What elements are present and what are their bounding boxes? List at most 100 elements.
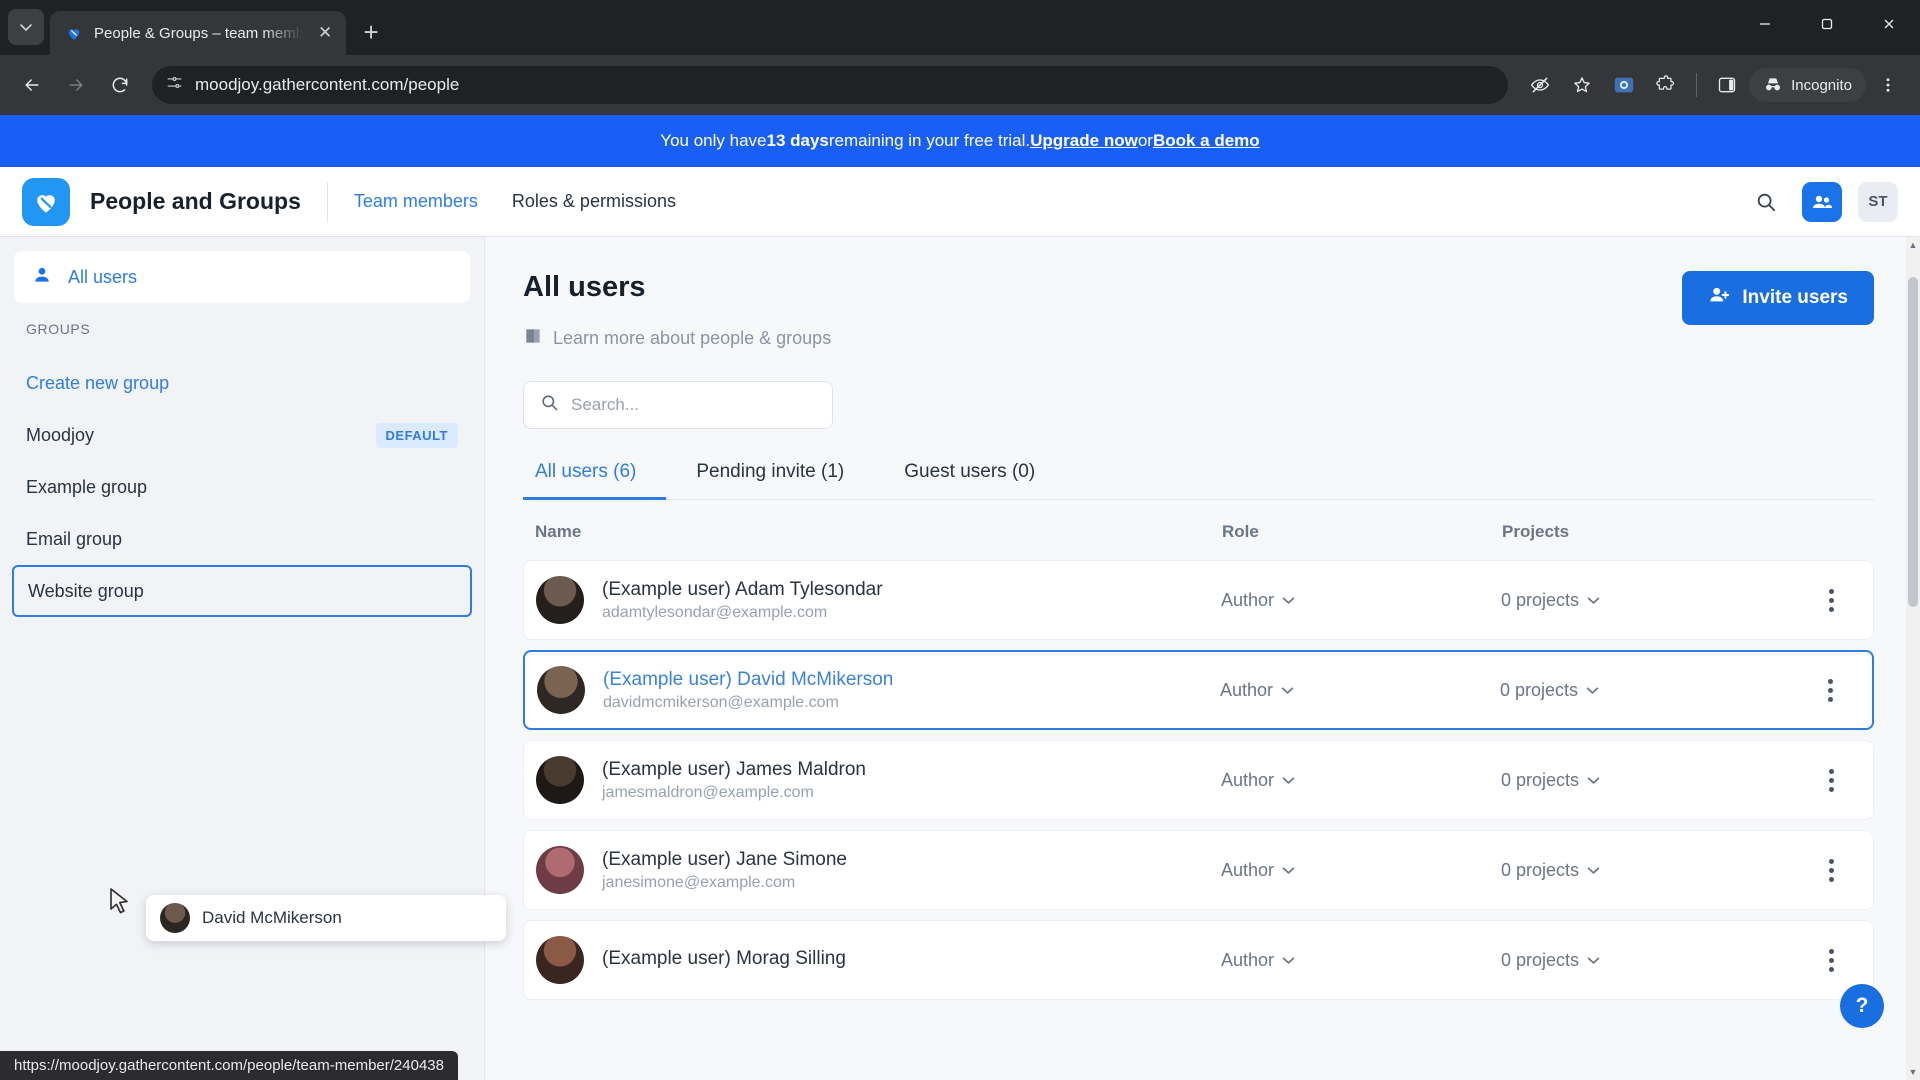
user-name[interactable]: (Example user) James Maldron bbox=[602, 759, 866, 781]
projects-dropdown[interactable]: 0 projects bbox=[1501, 950, 1801, 971]
drag-ghost-label: David McMikerson bbox=[202, 908, 342, 927]
three-dot-icon[interactable] bbox=[1868, 65, 1908, 105]
new-tab-button[interactable]: + bbox=[352, 13, 390, 51]
role-dropdown[interactable]: Author bbox=[1221, 590, 1501, 611]
sidebar-item-email-group[interactable]: Email group bbox=[0, 513, 484, 565]
help-button[interactable]: ? bbox=[1840, 984, 1884, 1028]
sidebar-item-all-users[interactable]: All users bbox=[14, 251, 470, 303]
browser-window: People & Groups – team memb ✕ + moodjoy.… bbox=[0, 0, 1920, 1080]
row-menu-button[interactable] bbox=[1800, 678, 1860, 702]
user-table-body: (Example user) Adam Tylesondar adamtyles… bbox=[523, 560, 1874, 1000]
projects-value: 0 projects bbox=[1501, 589, 1580, 610]
learn-more-link[interactable]: Learn more about people & groups bbox=[523, 326, 831, 351]
toolbar-right-actions: Incognito bbox=[1520, 65, 1908, 105]
projects-dropdown[interactable]: 0 projects bbox=[1501, 860, 1801, 881]
table-row[interactable]: (Example user) David McMikerson davidmcm… bbox=[523, 650, 1874, 730]
user-name[interactable]: (Example user) David McMikerson bbox=[603, 669, 893, 691]
tab-search-button[interactable] bbox=[8, 9, 44, 45]
gathercontent-logo-icon[interactable] bbox=[22, 177, 70, 226]
avatar[interactable]: ST bbox=[1858, 181, 1898, 222]
eye-off-icon[interactable] bbox=[1520, 65, 1560, 105]
media-icon[interactable] bbox=[1604, 65, 1644, 105]
table-row[interactable]: (Example user) Morag Silling Author 0 pr… bbox=[523, 920, 1874, 1000]
search-box[interactable] bbox=[523, 381, 833, 429]
table-row[interactable]: (Example user) Adam Tylesondar adamtyles… bbox=[523, 560, 1874, 640]
page-scrollbar[interactable]: ▲ ▼ bbox=[1906, 237, 1920, 1080]
chevron-down-icon bbox=[1587, 866, 1600, 874]
close-icon[interactable]: ✕ bbox=[314, 23, 336, 43]
search-icon[interactable] bbox=[1746, 182, 1786, 222]
role-dropdown[interactable]: Author bbox=[1221, 950, 1501, 971]
back-icon[interactable] bbox=[12, 65, 52, 105]
user-email: davidmcmikerson@example.com bbox=[603, 693, 839, 711]
projects-dropdown[interactable]: 0 projects bbox=[1501, 590, 1801, 611]
user-name[interactable]: (Example user) Jane Simone bbox=[602, 849, 847, 871]
scroll-up-arrow[interactable]: ▲ bbox=[1906, 237, 1920, 253]
scrollbar-thumb[interactable] bbox=[1908, 277, 1918, 607]
invite-users-label: Invite users bbox=[1742, 287, 1848, 308]
page-title-app: People and Groups bbox=[90, 188, 301, 214]
maximize-icon[interactable] bbox=[1796, 0, 1858, 48]
tab-pending-invite[interactable]: Pending invite (1) bbox=[666, 461, 874, 499]
forward-icon bbox=[56, 65, 96, 105]
side-panel-icon[interactable] bbox=[1707, 65, 1747, 105]
group-label-example-group: Example group bbox=[26, 476, 148, 497]
tab-guest-users[interactable]: Guest users (0) bbox=[874, 461, 1065, 499]
upgrade-now-link[interactable]: Upgrade now bbox=[1030, 131, 1138, 151]
drag-cursor bbox=[108, 887, 134, 926]
browser-toolbar: moodjoy.gathercontent.com/people Incogni… bbox=[0, 55, 1920, 115]
reload-icon[interactable] bbox=[100, 65, 140, 105]
table-row[interactable]: (Example user) James Maldron jamesmaldro… bbox=[523, 740, 1874, 820]
table-row[interactable]: (Example user) Jane Simone janesimone@ex… bbox=[523, 830, 1874, 910]
sidebar-item-website-group[interactable]: Website group bbox=[12, 565, 472, 617]
sidebar: All users GROUPS Create new group Moodjo… bbox=[0, 237, 506, 1080]
user-name[interactable]: (Example user) Morag Silling bbox=[602, 948, 846, 970]
projects-dropdown[interactable]: 0 projects bbox=[1501, 770, 1801, 791]
projects-value: 0 projects bbox=[1500, 679, 1579, 700]
close-window-icon[interactable] bbox=[1858, 0, 1920, 48]
chevron-down-icon bbox=[1587, 956, 1600, 964]
status-bar-url: https://moodjoy.gathercontent.com/people… bbox=[0, 1051, 458, 1080]
tune-icon[interactable] bbox=[166, 74, 183, 96]
role-value: Author bbox=[1221, 769, 1275, 790]
incognito-profile-button[interactable]: Incognito bbox=[1749, 68, 1866, 102]
tab-all-users[interactable]: All users (6) bbox=[523, 461, 667, 500]
toolbar-divider bbox=[1696, 73, 1698, 97]
app-header: People and Groups Team members Roles & p… bbox=[0, 167, 1920, 237]
projects-value: 0 projects bbox=[1501, 949, 1580, 970]
invite-users-button[interactable]: Invite users bbox=[1682, 271, 1874, 325]
row-menu-button[interactable] bbox=[1801, 858, 1861, 882]
scroll-down-arrow[interactable]: ▼ bbox=[1906, 1064, 1920, 1080]
book-icon bbox=[523, 326, 543, 351]
book-a-demo-link[interactable]: Book a demo bbox=[1153, 131, 1260, 151]
sidebar-item-create-new-group[interactable]: Create new group bbox=[0, 357, 484, 409]
address-bar[interactable]: moodjoy.gathercontent.com/people bbox=[152, 66, 1509, 104]
people-icon[interactable] bbox=[1802, 181, 1842, 222]
column-header-actions bbox=[1802, 522, 1862, 542]
column-header-name: Name bbox=[535, 522, 582, 541]
minimize-icon[interactable] bbox=[1734, 0, 1796, 48]
projects-dropdown[interactable]: 0 projects bbox=[1500, 680, 1800, 701]
role-dropdown[interactable]: Author bbox=[1220, 680, 1500, 701]
chevron-down-icon bbox=[1587, 596, 1600, 604]
row-menu-button[interactable] bbox=[1801, 588, 1861, 612]
page-title: All users bbox=[523, 271, 646, 303]
row-menu-button[interactable] bbox=[1801, 768, 1861, 792]
user-email: adamtylesondar@example.com bbox=[602, 603, 828, 621]
sidebar-item-moodjoy[interactable]: Moodjoy DEFAULT bbox=[0, 409, 484, 461]
group-label-email-group: Email group bbox=[26, 528, 123, 549]
nav-team-members[interactable]: Team members bbox=[354, 191, 478, 212]
nav-roles-permissions[interactable]: Roles & permissions bbox=[512, 191, 676, 212]
star-icon[interactable] bbox=[1562, 65, 1602, 105]
column-header-role: Role bbox=[1222, 522, 1259, 541]
role-dropdown[interactable]: Author bbox=[1221, 860, 1501, 881]
row-menu-button[interactable] bbox=[1801, 948, 1861, 972]
search-input[interactable] bbox=[571, 395, 816, 415]
user-name[interactable]: (Example user) Adam Tylesondar bbox=[602, 579, 883, 601]
role-dropdown[interactable]: Author bbox=[1221, 770, 1501, 791]
puzzle-icon[interactable] bbox=[1646, 65, 1686, 105]
browser-tab[interactable]: People & Groups – team memb ✕ bbox=[50, 11, 347, 55]
sidebar-item-example-group[interactable]: Example group bbox=[0, 461, 484, 513]
projects-value: 0 projects bbox=[1501, 859, 1580, 880]
learn-more-label: Learn more about people & groups bbox=[553, 328, 832, 348]
